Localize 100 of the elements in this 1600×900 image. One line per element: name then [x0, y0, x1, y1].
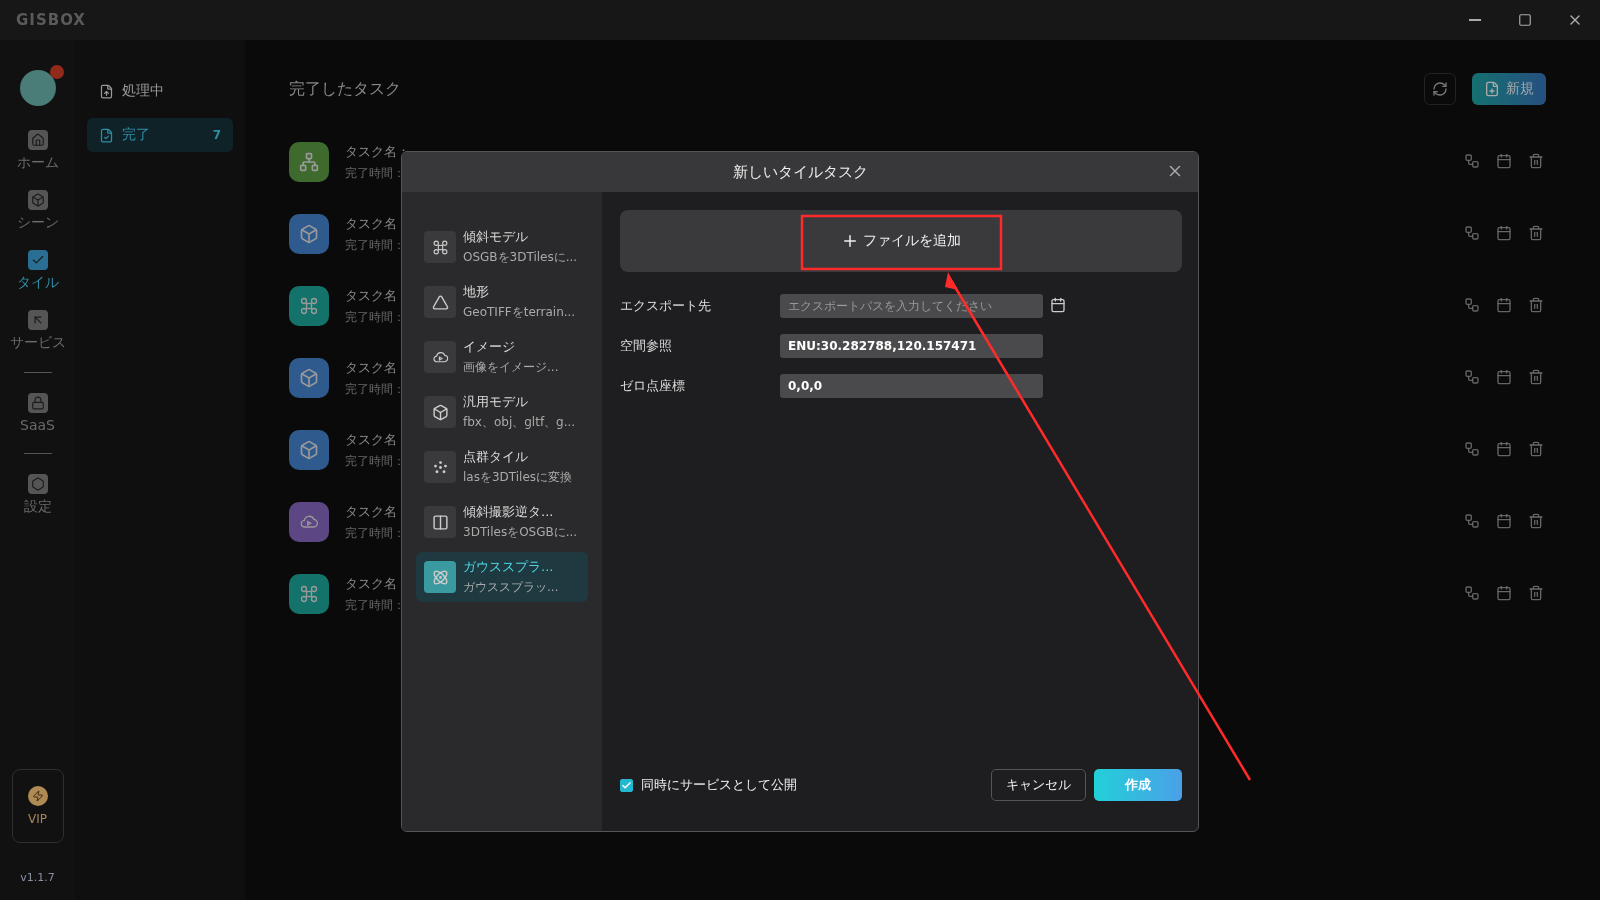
task-time: 完了時間： — [345, 452, 405, 470]
type-subtitle: OSGBを3DTilesに... — [463, 249, 578, 266]
sidebar-item[interactable]: 完了 7 — [87, 118, 233, 152]
trash-icon — [1528, 585, 1544, 601]
plus-icon — [841, 232, 859, 250]
version-label: v1.1.7 — [20, 871, 55, 884]
hierarchy-button[interactable] — [1464, 513, 1482, 531]
type-title: 地形 — [463, 283, 490, 301]
atom-icon — [431, 568, 449, 586]
task-type-item[interactable]: 傾斜撮影逆タ... 3DTilesをOSGBに... — [416, 497, 588, 547]
hierarchy-button[interactable] — [1464, 153, 1482, 171]
trash-icon — [1528, 513, 1544, 529]
task-type-item[interactable]: 汎用モデル fbx、obj、gltf、g... — [416, 387, 588, 437]
task-type-item[interactable]: ガウススプラ... ガウススプラッ... — [416, 552, 588, 602]
check-icon — [30, 253, 45, 267]
point-cloud-icon — [431, 458, 449, 476]
app-logo: GISBOX — [16, 11, 86, 29]
type-subtitle: fbx、obj、gltf、g... — [463, 414, 576, 431]
nav-item[interactable]: ホーム — [16, 130, 59, 172]
hierarchy-button[interactable] — [1464, 369, 1482, 387]
trash-icon — [1528, 225, 1544, 241]
dialog-title: 新しいタイルタスク — [732, 162, 868, 182]
type-subtitle: 画像をイメージ... — [463, 359, 559, 376]
task-time: 完了時間： — [345, 164, 405, 182]
hierarchy-icon — [1464, 585, 1480, 601]
type-title: 傾斜モデル — [463, 228, 529, 246]
type-title: ガウススプラ... — [463, 558, 555, 576]
minimize-icon — [1469, 19, 1481, 21]
field-label: ゼロ点座標 — [620, 377, 686, 395]
task-type-item[interactable]: 地形 GeoTIFFをterrain... — [416, 277, 588, 327]
sidebar-item[interactable]: 処理中 — [87, 74, 233, 108]
field-label: エクスポート先 — [620, 297, 712, 315]
box-icon — [299, 368, 319, 388]
task-name: タスク名： — [345, 142, 410, 161]
cube-icon — [30, 193, 45, 207]
nav-label: SaaS — [20, 417, 55, 433]
hierarchy-button[interactable] — [1464, 225, 1482, 243]
field-label: 空間参照 — [620, 337, 673, 355]
nav-label: 設定 — [23, 498, 52, 516]
task-type-item[interactable]: 傾斜モデル OSGBを3DTilesに... — [416, 222, 588, 272]
hierarchy-button[interactable] — [1464, 297, 1482, 315]
maximize-icon — [1518, 13, 1532, 27]
avatar[interactable] — [19, 70, 56, 106]
refresh-icon — [1432, 81, 1448, 97]
task-name: タスク名 — [345, 502, 397, 521]
task-type-item[interactable]: イメージ 画像をイメージ... — [416, 332, 588, 382]
hierarchy-icon — [1464, 513, 1480, 529]
task-name: タスク名 — [345, 214, 397, 233]
add-file-button[interactable]: ファイルを追加 — [620, 210, 1182, 272]
convert-icon — [431, 513, 449, 531]
check-icon — [621, 779, 632, 791]
hierarchy-icon — [1464, 297, 1480, 313]
file-upload-icon — [99, 83, 114, 99]
box-icon — [431, 403, 449, 421]
lightning-icon — [31, 790, 44, 802]
nav-label: ホーム — [16, 154, 59, 172]
trash-icon — [1528, 369, 1544, 385]
task-name: タスク名 — [345, 574, 397, 593]
hierarchy-button[interactable] — [1464, 585, 1482, 603]
mountain-icon — [431, 293, 449, 311]
drone-icon — [431, 238, 449, 256]
drone-icon — [299, 296, 319, 316]
type-title: 汎用モデル — [463, 393, 529, 411]
box-icon — [299, 224, 319, 244]
task-time: 完了時間： — [345, 308, 405, 326]
nav-item[interactable]: シーン — [16, 190, 59, 232]
notification-badge — [49, 65, 64, 79]
type-subtitle: 3DTilesをOSGBに... — [463, 524, 578, 541]
nav-item[interactable]: SaaS — [20, 393, 55, 433]
cancel-button[interactable]: キャンセル — [991, 769, 1086, 801]
checkbox-label: 同時にサービスとして公開 — [641, 776, 797, 794]
vip-button[interactable]: VIP — [11, 769, 64, 843]
type-title: イメージ — [463, 338, 516, 356]
trash-icon — [1528, 153, 1544, 169]
task-type-item[interactable]: 点群タイル lasを3DTilesに変換 — [416, 442, 588, 492]
task-time: 完了時間： — [345, 236, 405, 254]
input-field[interactable]: ENU:30.282788,120.157471 — [780, 334, 1043, 358]
lock-icon — [30, 396, 45, 410]
task-name: タスク名 — [345, 286, 397, 305]
nav-item[interactable]: タイル — [16, 250, 59, 292]
page-title: 完了したタスク — [289, 78, 401, 100]
hierarchy-button[interactable] — [1464, 441, 1482, 459]
trash-icon — [1528, 441, 1544, 457]
box-icon — [299, 440, 319, 460]
nav-item[interactable]: サービス — [9, 310, 66, 352]
task-time: 完了時間： — [345, 380, 405, 398]
type-title: 傾斜撮影逆タ... — [463, 503, 555, 521]
trash-icon — [1528, 297, 1544, 313]
sidebar-label: 処理中 — [122, 82, 164, 100]
file-check-icon — [99, 127, 114, 143]
hierarchy-icon — [1464, 441, 1480, 457]
refresh-button[interactable] — [1424, 73, 1456, 105]
settings-icon — [30, 477, 45, 491]
input-field[interactable]: 0,0,0 — [780, 374, 1043, 398]
hierarchy-icon — [1464, 153, 1480, 169]
nav-item[interactable]: 設定 — [23, 474, 52, 516]
hierarchy-icon — [1464, 369, 1480, 385]
vip-label: VIP — [28, 812, 47, 826]
type-subtitle: GeoTIFFをterrain... — [463, 304, 576, 321]
checkbox[interactable] — [620, 778, 633, 792]
